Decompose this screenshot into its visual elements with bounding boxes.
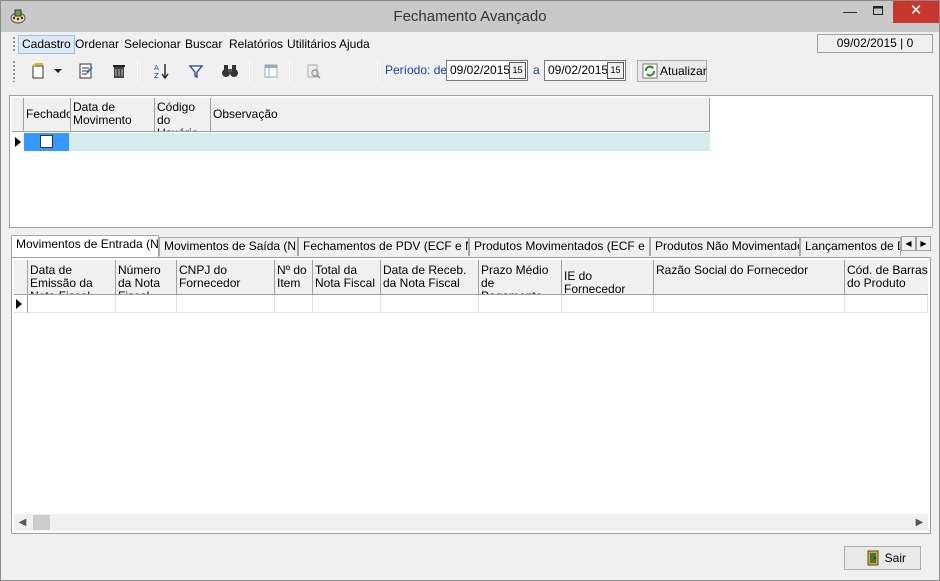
- new-record-icon[interactable]: [26, 59, 50, 83]
- calendar-icon[interactable]: 15: [607, 62, 624, 79]
- tab-fechamentos-pdv[interactable]: Fechamentos de PDV (ECF e NF): [298, 237, 469, 256]
- column-header[interactable]: Cód. de Barras do Produto: [845, 260, 928, 295]
- columns-icon[interactable]: [259, 59, 283, 83]
- menu-grip[interactable]: [12, 36, 16, 52]
- print-preview-icon[interactable]: [301, 59, 325, 83]
- tab-movimentos-saida[interactable]: Movimentos de Saída (NF): [159, 237, 298, 256]
- menu-buscar[interactable]: Buscar: [182, 35, 225, 54]
- fechado-checkbox[interactable]: [40, 135, 53, 148]
- column-header[interactable]: Nº do Item: [275, 260, 313, 295]
- table-row[interactable]: [24, 133, 710, 151]
- column-header[interactable]: CNPJ do Fornecedor: [177, 260, 275, 295]
- column-header[interactable]: Fechado: [24, 98, 71, 132]
- calendar-icon[interactable]: 15: [509, 62, 526, 79]
- column-header-text: Cód. de Barras do Produto: [847, 263, 928, 290]
- toolbar-grip[interactable]: [12, 60, 16, 82]
- trash-icon[interactable]: [107, 59, 131, 83]
- period-to-label: a: [533, 63, 540, 77]
- closings-grid-header: Fechado Data de Movimento Código do Usuá…: [12, 98, 710, 132]
- filter-icon[interactable]: [184, 59, 208, 83]
- table-cell[interactable]: [313, 295, 381, 313]
- dropdown-arrow-icon[interactable]: [52, 59, 64, 83]
- column-header[interactable]: Prazo Médio de Pagamento: [479, 260, 562, 295]
- toolbar: AZ Período: de 09/02/2015 15 a 09/02/201…: [9, 56, 933, 86]
- edit-document-icon[interactable]: [74, 59, 98, 83]
- svg-text:Z: Z: [154, 72, 159, 79]
- refresh-label: Atualizar: [660, 64, 707, 78]
- toolbar-separator: [137, 60, 138, 82]
- column-header[interactable]: Número da Nota Fiscal: [116, 260, 177, 295]
- table-cell[interactable]: [28, 295, 116, 313]
- menu-utilitarios[interactable]: Utilitários: [284, 35, 339, 54]
- table-cell[interactable]: [275, 295, 313, 313]
- tab-strip: Movimentos de Entrada (NF) Movimentos de…: [11, 235, 931, 257]
- menu-ordenar[interactable]: Ordenar: [72, 35, 122, 54]
- exit-door-icon: [867, 550, 879, 566]
- maximize-icon[interactable]: [863, 1, 893, 23]
- status-date: 09/02/2015 | 0: [817, 34, 933, 53]
- column-header[interactable]: Data de Movimento: [71, 98, 155, 132]
- column-header[interactable]: Razão Social do Fornecedor: [654, 260, 845, 295]
- entries-grid: Data de Emissão da Nota Fiscal Número da…: [11, 257, 931, 534]
- main-window: Fechamento Avançado — ✕ Cadastro Ordenar…: [0, 0, 940, 581]
- date-from-value: 09/02/2015: [450, 63, 511, 77]
- sort-az-icon[interactable]: AZ: [150, 59, 174, 83]
- title-bar: Fechamento Avançado — ✕: [1, 1, 939, 32]
- horizontal-scrollbar[interactable]: ◀ ▶: [14, 514, 928, 531]
- date-to-field[interactable]: 09/02/2015 15: [544, 60, 626, 81]
- tab-scroll-left-icon[interactable]: ◀: [901, 236, 916, 251]
- svg-text:A: A: [154, 64, 159, 72]
- minimize-icon[interactable]: —: [835, 1, 865, 23]
- tab-produtos-nao-movimentados[interactable]: Produtos Não Movimentados: [650, 237, 800, 256]
- menu-selecionar[interactable]: Selecionar: [121, 35, 184, 54]
- table-cell[interactable]: [116, 295, 177, 313]
- refresh-icon: [642, 63, 658, 79]
- menu-bar: Cadastro Ordenar Selecionar Buscar Relat…: [9, 33, 933, 55]
- column-header[interactable]: Observação: [211, 98, 710, 132]
- binoculars-icon[interactable]: [218, 59, 242, 83]
- table-cell[interactable]: [479, 295, 562, 313]
- row-header-corner: [12, 98, 24, 132]
- table-row[interactable]: [14, 295, 928, 313]
- table-cell[interactable]: [562, 295, 654, 313]
- scroll-right-icon[interactable]: ▶: [911, 514, 928, 531]
- date-from-field[interactable]: 09/02/2015 15: [446, 60, 528, 81]
- closings-grid: Fechado Data de Movimento Código do Usuá…: [9, 95, 933, 228]
- column-header[interactable]: Data de Emissão da Nota Fiscal: [28, 260, 116, 295]
- table-cell[interactable]: [654, 295, 845, 313]
- period-label: Período: de: [385, 63, 448, 77]
- table-cell[interactable]: [381, 295, 479, 313]
- column-header[interactable]: Data de Receb. da Nota Fiscal: [381, 260, 479, 295]
- menu-relatorios[interactable]: Relatórios: [226, 35, 286, 54]
- tab-lancamentos[interactable]: Lançamentos de De: [800, 237, 901, 256]
- toolbar-separator: [377, 60, 378, 82]
- column-header[interactable]: Código do Usuário: [155, 98, 211, 132]
- close-icon[interactable]: ✕: [893, 1, 939, 23]
- menu-ajuda[interactable]: Ajuda: [336, 35, 373, 54]
- table-cell[interactable]: [845, 295, 928, 313]
- tab-produtos-movimentados[interactable]: Produtos Movimentados (ECF e NF): [469, 237, 650, 256]
- window-title: Fechamento Avançado: [393, 8, 547, 25]
- exit-button[interactable]: Sair: [844, 546, 921, 570]
- fechado-cell[interactable]: [24, 133, 69, 151]
- entries-grid-header: Data de Emissão da Nota Fiscal Número da…: [14, 260, 928, 295]
- table-cell[interactable]: [177, 295, 275, 313]
- date-to-value: 09/02/2015: [548, 63, 609, 77]
- toolbar-separator: [289, 60, 290, 82]
- column-header[interactable]: Total da Nota Fiscal: [313, 260, 381, 295]
- row-indicator: [14, 295, 28, 313]
- refresh-button[interactable]: Atualizar: [637, 60, 707, 82]
- scrollbar-thumb[interactable]: [33, 515, 50, 530]
- menu-cadastro[interactable]: Cadastro: [18, 35, 75, 54]
- toolbar-separator: [631, 60, 632, 82]
- toolbar-separator: [249, 60, 250, 82]
- exit-label: Sair: [884, 551, 906, 565]
- row-header-corner: [14, 260, 28, 295]
- scroll-left-icon[interactable]: ◀: [14, 514, 31, 531]
- tab-movimentos-entrada[interactable]: Movimentos de Entrada (NF): [11, 235, 159, 257]
- column-header[interactable]: IE do Fornecedor: [562, 260, 654, 295]
- tab-scroll-right-icon[interactable]: ▶: [916, 236, 931, 251]
